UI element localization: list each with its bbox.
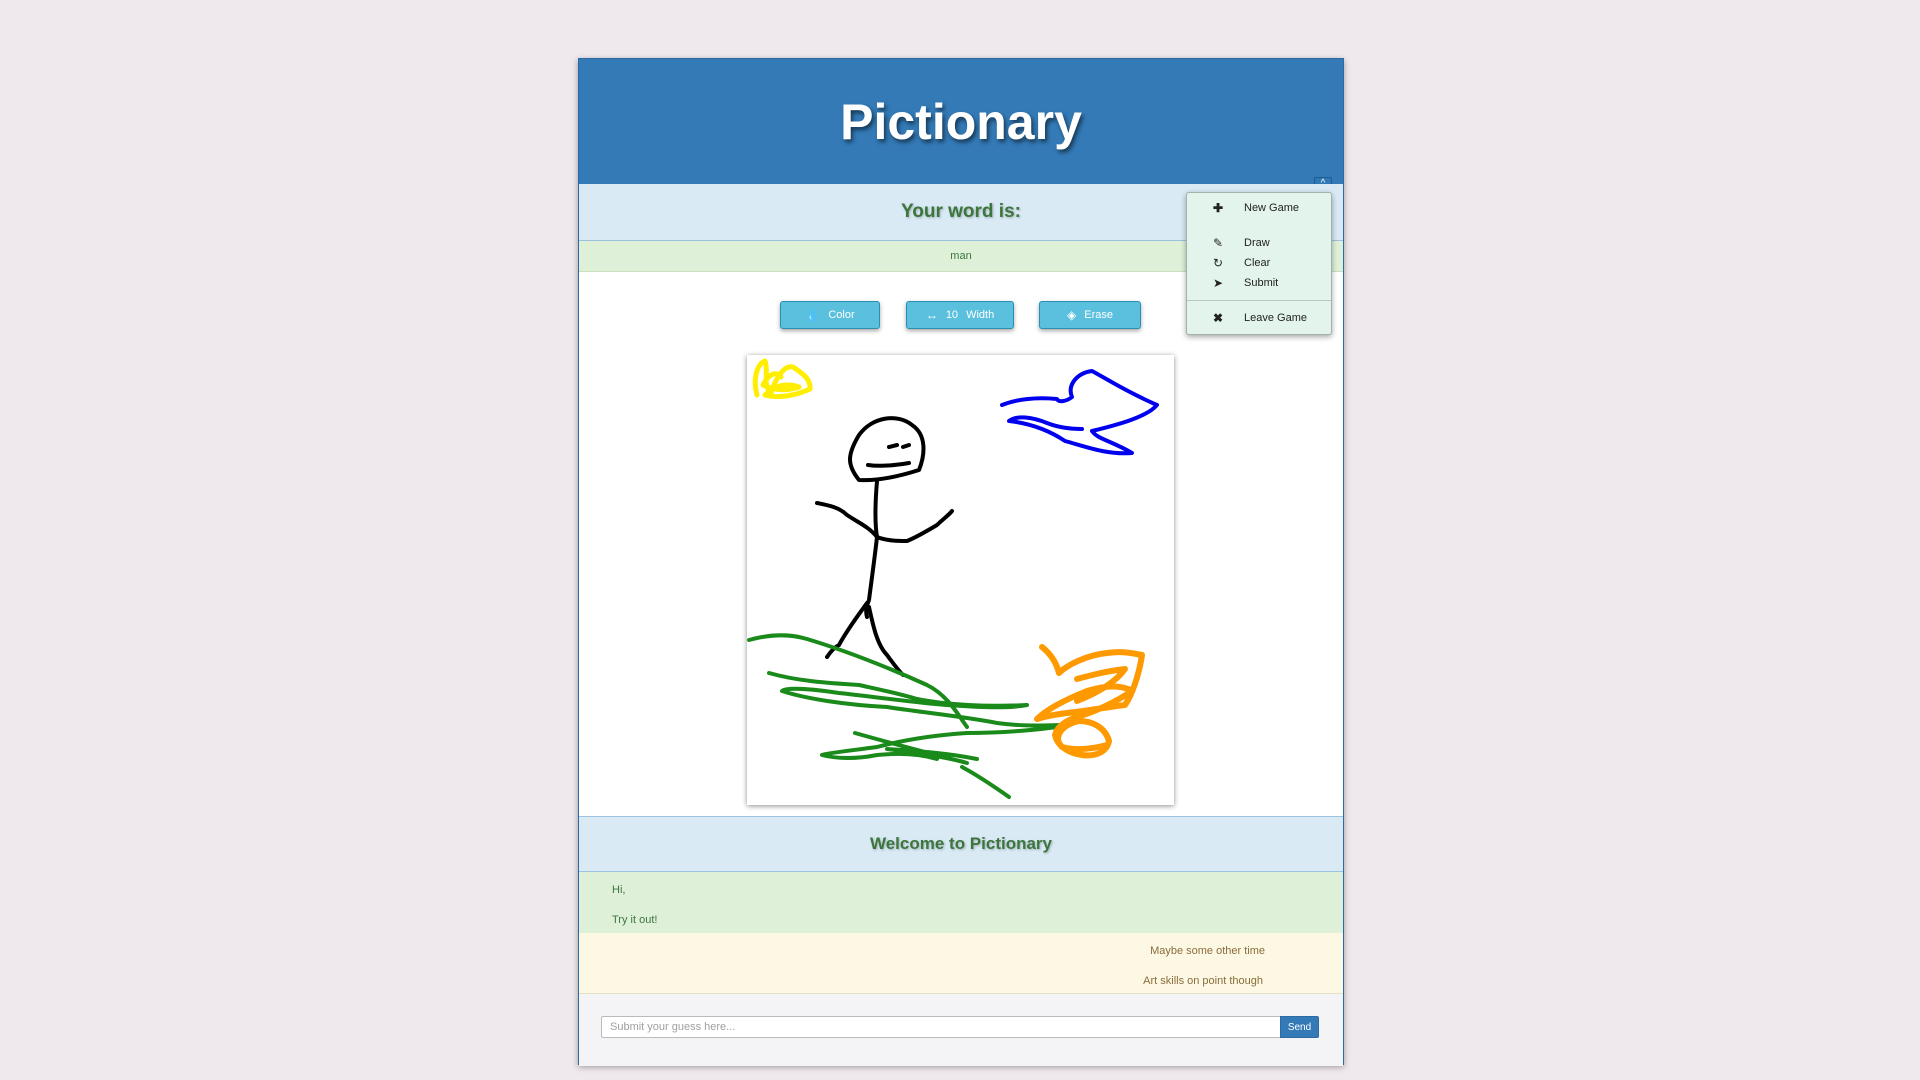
guess-input[interactable] [601, 1016, 1281, 1038]
send-button[interactable]: Send [1280, 1016, 1319, 1038]
game-menu: ✚ New Game ✎ Draw ↻ Clear ➤ Submit ✖ Lea… [1186, 192, 1332, 335]
orange-stroke [1034, 644, 1145, 759]
menu-item-new-game[interactable]: ✚ New Game [1187, 199, 1331, 217]
chat-message: Maybe some other time [1150, 945, 1265, 957]
blue-stroke [1000, 369, 1159, 456]
erase-button-label: Erase [1084, 309, 1113, 321]
chat-heading-bar: Welcome to Pictionary [579, 816, 1343, 872]
menu-item-label: Submit [1244, 277, 1279, 289]
chat-input-row: Send [579, 994, 1343, 1066]
menu-item-submit[interactable]: ➤ Submit [1187, 274, 1331, 292]
plus-icon: ✚ [1212, 201, 1224, 215]
resize-horizontal-icon: ↔ [925, 308, 938, 322]
green-stroke [747, 633, 1071, 799]
chat-message: Art skills on point though [1143, 975, 1263, 987]
menu-item-draw[interactable]: ✎ Draw [1187, 234, 1331, 252]
menu-divider [1187, 300, 1331, 301]
app-header: Pictionary [579, 59, 1343, 184]
width-value: 10 [945, 309, 959, 321]
chat-messages-self: Hi, Try it out! [579, 872, 1343, 933]
word-heading: Your word is: [901, 201, 1021, 222]
send-icon: ➤ [1212, 276, 1224, 290]
menu-item-clear[interactable]: ↻ Clear [1187, 254, 1331, 272]
chat-heading: Welcome to Pictionary [869, 834, 1052, 853]
app-title: Pictionary [840, 93, 1082, 150]
refresh-icon: ↻ [1212, 256, 1224, 270]
menu-item-label: New Game [1244, 202, 1300, 214]
width-button-label: Width [966, 309, 995, 321]
erase-button[interactable]: ◈ Erase [1039, 301, 1141, 329]
chat-message: Try it out! [612, 914, 658, 926]
menu-item-leave-game[interactable]: ✖ Leave Game [1187, 309, 1331, 327]
color-drop-icon: 💧 [805, 308, 821, 322]
menu-item-label: Leave Game [1244, 312, 1307, 324]
eraser-icon: ◈ [1067, 308, 1077, 322]
chat-message: Hi, [612, 884, 626, 896]
width-button[interactable]: ↔ 10 Width [906, 301, 1014, 329]
color-button[interactable]: 💧 Color [780, 301, 880, 329]
menu-item-label: Draw [1244, 237, 1270, 249]
black-stroke [815, 416, 954, 677]
pencil-icon: ✎ [1212, 236, 1224, 250]
color-button-label: Color [828, 309, 855, 321]
yellow-stroke [752, 358, 813, 400]
chat-messages-other: Maybe some other time Art skills on poin… [579, 933, 1343, 994]
close-icon: ✖ [1212, 311, 1224, 325]
menu-item-label: Clear [1244, 257, 1271, 269]
drawing-canvas[interactable] [747, 355, 1174, 805]
